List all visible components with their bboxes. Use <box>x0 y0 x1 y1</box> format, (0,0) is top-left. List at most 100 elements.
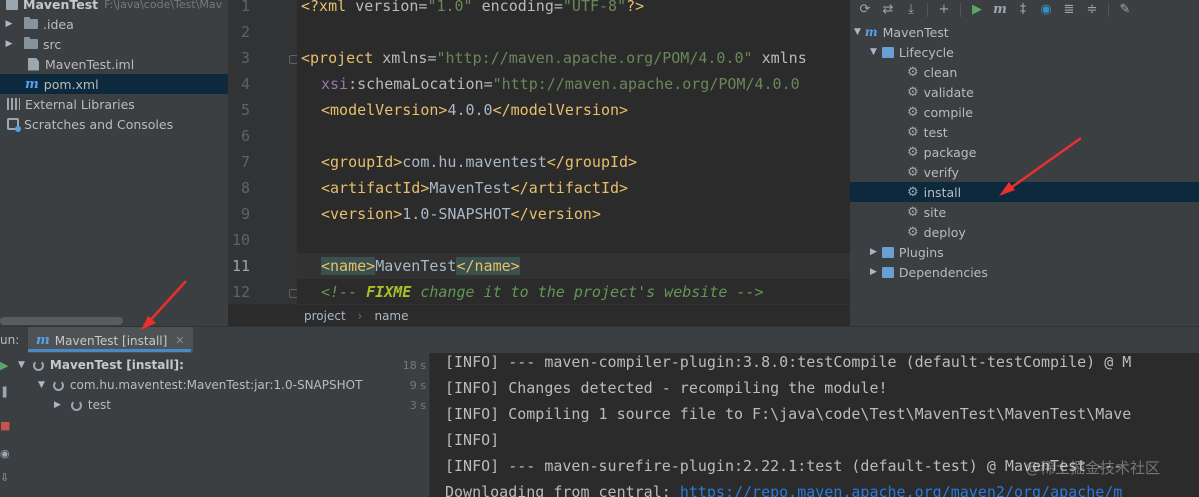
code-line-8: <artifactId>MavenTest</artifactId> <box>321 179 629 197</box>
download-icon[interactable]: ⤓ <box>904 2 918 17</box>
collapse-all-icon[interactable]: ≑ <box>1085 2 1099 17</box>
maven-phase-install[interactable]: ⚙ install <box>850 182 1199 202</box>
generate-sources-icon[interactable]: ⇄ <box>881 2 895 17</box>
collapse-arrow-icon[interactable]: ▼ <box>18 360 25 370</box>
library-icon <box>7 98 20 110</box>
tree-item-external-libraries[interactable]: External Libraries <box>0 94 228 114</box>
spinner-icon <box>52 379 64 391</box>
code-line-3: <project xmlns="http://maven.apache.org/… <box>301 49 807 67</box>
run-side-toolbar: ▶ ❚ ■ ◉ ⇩ <box>0 353 12 497</box>
code-line-9: <version>1.0-SNAPSHOT</version> <box>321 205 601 223</box>
maven-phase-clean[interactable]: ⚙ clean <box>850 62 1199 82</box>
breadcrumb: project › name <box>297 304 850 326</box>
tree-item-src[interactable]: ▶ src <box>0 34 228 54</box>
horizontal-scrollbar[interactable] <box>0 317 123 325</box>
code-line-7: <groupId>com.hu.maventest</groupId> <box>321 153 638 171</box>
maven-project-row[interactable]: ▼ m MavenTest <box>850 22 1199 42</box>
maven-plugins-row[interactable]: ▶ Plugins <box>850 242 1199 262</box>
build-tree-label: test <box>87 398 111 412</box>
breadcrumb-item-project[interactable]: project <box>304 309 346 323</box>
toolbar-separator <box>1108 2 1109 17</box>
maven-phase-deploy[interactable]: ⚙ deploy <box>850 222 1199 242</box>
line-number: 3 <box>240 49 250 67</box>
pin-icon[interactable]: ⇩ <box>0 471 9 484</box>
project-root-row[interactable]: MavenTest F:\java\code\Test\Mav <box>0 0 228 14</box>
maven-run-icon: m <box>36 333 50 348</box>
close-icon[interactable]: ✕ <box>175 334 184 347</box>
gear-icon: ⚙ <box>907 104 919 120</box>
editor-gutter: 1 2 3 4 5 6 7 8 9 10 11 12 <box>228 0 298 304</box>
maven-tool-window: ⟳ ⇄ ⤓ + ▶ m ‡ ◉ ≣ ≑ ✎ ▼ m MavenTest ▼ Li… <box>850 0 1199 326</box>
tree-item-iml[interactable]: MavenTest.iml <box>0 54 228 74</box>
console-line: [INFO] --- maven-compiler-plugin:3.8.0:t… <box>445 353 1132 371</box>
expand-arrow-icon[interactable]: ▶ <box>54 400 61 410</box>
scratches-icon <box>7 118 21 132</box>
download-link[interactable]: https://repo.maven.apache.org/maven2/org… <box>680 483 1123 497</box>
spinner-icon <box>70 399 82 411</box>
maven-phase-package[interactable]: ⚙ package <box>850 142 1199 162</box>
maven-toolbar: ⟳ ⇄ ⤓ + ▶ m ‡ ◉ ≣ ≑ ✎ <box>850 0 1199 19</box>
run-icon[interactable]: ▶ <box>970 2 984 17</box>
watermark: @稀土掘金技术社区 <box>1025 459 1161 477</box>
maven-project-icon: m <box>864 25 878 39</box>
console-line: [INFO] <box>445 431 500 449</box>
build-tree-root[interactable]: ▼ MavenTest [install]: 18 s <box>12 355 429 375</box>
collapse-arrow-icon[interactable]: ▼ <box>38 380 45 390</box>
gear-icon: ⚙ <box>907 184 919 200</box>
line-number: 12 <box>231 283 250 301</box>
show-dependencies-icon[interactable]: ≣ <box>1062 2 1076 17</box>
execute-goal-icon[interactable]: m <box>993 2 1007 17</box>
maven-phase-verify[interactable]: ⚙ verify <box>850 162 1199 182</box>
maven-phase-test[interactable]: ⚙ test <box>850 122 1199 142</box>
expand-arrow-icon[interactable]: ▶ <box>4 39 14 49</box>
build-time: 18 s <box>402 358 426 372</box>
maven-phase-validate[interactable]: ⚙ validate <box>850 82 1199 102</box>
build-time: 9 s <box>409 378 426 392</box>
tree-item-scratches[interactable]: Scratches and Consoles <box>0 114 228 134</box>
line-number: 8 <box>240 179 250 197</box>
phase-label: site <box>923 204 947 220</box>
gear-icon: ⚙ <box>907 84 919 100</box>
phase-label: deploy <box>923 224 966 240</box>
module-icon <box>6 0 18 10</box>
console-line: [INFO] Compiling 1 source file to F:\jav… <box>445 405 1132 423</box>
toggle-offline-icon[interactable]: ‡ <box>1016 2 1030 17</box>
tree-item-pom[interactable]: m pom.xml <box>0 74 228 94</box>
build-tree-label: com.hu.maventest:MavenTest:jar:1.0-SNAPS… <box>69 378 363 392</box>
project-root-label: MavenTest <box>23 0 99 12</box>
maven-project-label: MavenTest <box>882 24 949 40</box>
maven-dependencies-label: Dependencies <box>898 264 988 280</box>
tree-item-label: pom.xml <box>43 76 99 92</box>
build-tree-module[interactable]: ▼ com.hu.maventest:MavenTest:jar:1.0-SNA… <box>12 375 429 395</box>
run-tab-label: MavenTest [install] <box>54 333 168 348</box>
rerun-icon[interactable]: ▶ <box>0 359 8 372</box>
maven-dependencies-row[interactable]: ▶ Dependencies <box>850 262 1199 282</box>
maven-phase-site[interactable]: ⚙ site <box>850 202 1199 222</box>
line-number: 5 <box>240 101 250 119</box>
build-tree-label: MavenTest [install]: <box>49 358 184 372</box>
settings-wrench-icon[interactable]: ✎ <box>1118 2 1132 17</box>
build-tree-test[interactable]: ▶ test 3 s <box>12 395 429 415</box>
phase-label: verify <box>923 164 959 180</box>
add-icon[interactable]: + <box>937 2 951 17</box>
tree-item-idea[interactable]: ▶ .idea <box>0 14 228 34</box>
eye-icon[interactable]: ◉ <box>0 447 10 460</box>
reload-icon[interactable]: ⟳ <box>858 2 872 17</box>
project-root-path: F:\java\code\Test\Mav <box>104 0 223 11</box>
expand-arrow-icon[interactable]: ▶ <box>870 247 877 257</box>
skip-tests-icon[interactable]: ◉ <box>1039 2 1053 17</box>
pause-icon[interactable]: ❚ <box>0 385 9 398</box>
maven-phase-compile[interactable]: ⚙ compile <box>850 102 1199 122</box>
maven-lifecycle-label: Lifecycle <box>898 44 954 60</box>
collapse-arrow-icon[interactable]: ▼ <box>870 47 877 57</box>
breadcrumb-item-name[interactable]: name <box>374 309 408 323</box>
code-editor[interactable]: <?xml version="1.0" encoding="UTF-8"?> <… <box>297 0 850 304</box>
tree-item-label: Scratches and Consoles <box>24 116 174 132</box>
expand-arrow-icon[interactable]: ▶ <box>870 267 877 277</box>
collapse-arrow-icon[interactable]: ▼ <box>854 27 861 37</box>
stop-icon[interactable]: ■ <box>0 419 10 432</box>
line-number-current: 11 <box>231 257 250 275</box>
expand-arrow-icon[interactable]: ▶ <box>4 19 14 29</box>
maven-lifecycle-row[interactable]: ▼ Lifecycle <box>850 42 1199 62</box>
line-number: 10 <box>231 231 250 249</box>
